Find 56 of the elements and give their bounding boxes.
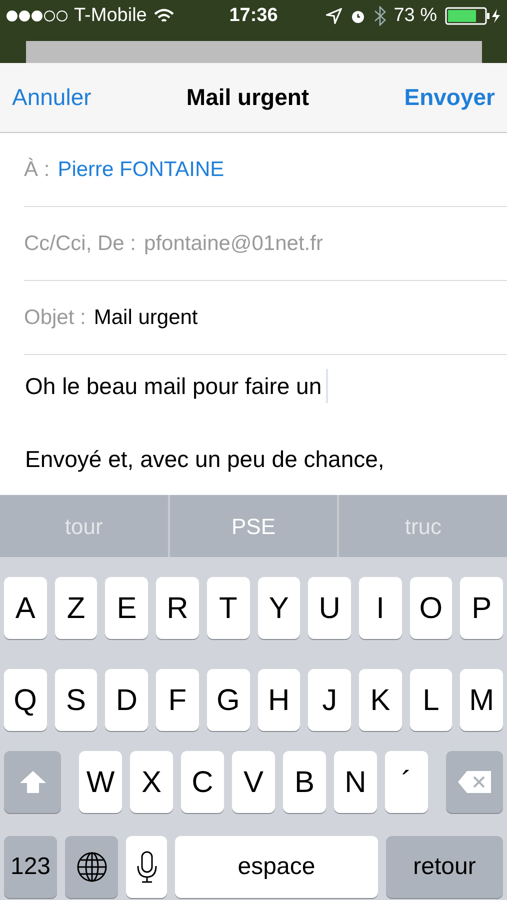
- cancel-button[interactable]: Annuler: [12, 80, 92, 115]
- letter-key[interactable]: O: [410, 577, 452, 639]
- field-label: Objet :: [24, 304, 86, 331]
- letter-key[interactable]: A: [4, 577, 47, 639]
- carrier-name: T-Mobile: [74, 4, 147, 28]
- return-key[interactable]: retour: [386, 836, 503, 898]
- letter-key[interactable]: P: [460, 577, 504, 639]
- letter-key[interactable]: J: [308, 669, 351, 731]
- bluetooth-icon: [374, 6, 386, 26]
- message-text: Oh le beau mail pour faire un: [25, 372, 322, 401]
- letter-key[interactable]: X: [130, 751, 173, 813]
- wifi-icon: [152, 8, 175, 24]
- letter-key[interactable]: V: [232, 751, 275, 813]
- clock-time: 17:36: [228, 4, 279, 28]
- field-value[interactable]: Pierre FONTAINE: [58, 154, 224, 186]
- shift-arrow-icon: [18, 769, 48, 795]
- microphone-key[interactable]: [126, 836, 167, 898]
- letter-key[interactable]: ´: [385, 751, 428, 813]
- letter-key[interactable]: Y: [258, 577, 300, 639]
- letter-key[interactable]: B: [283, 751, 326, 813]
- letter-key[interactable]: I: [358, 577, 402, 639]
- letter-key[interactable]: Q: [4, 669, 47, 731]
- compose-title: Mail urgent: [186, 83, 310, 112]
- field-label: Cc/Cci, De :: [24, 230, 136, 257]
- microphone-icon: [136, 850, 156, 884]
- field-label: À :: [24, 156, 50, 183]
- charging-battery-icon: [445, 7, 501, 25]
- space-key[interactable]: espace: [175, 836, 378, 898]
- letter-key[interactable]: M: [460, 669, 504, 731]
- letter-key[interactable]: F: [156, 669, 199, 731]
- letter-key[interactable]: S: [54, 669, 98, 731]
- letter-key[interactable]: H: [258, 669, 300, 731]
- letter-key[interactable]: K: [358, 669, 402, 731]
- send-button[interactable]: Envoyer: [404, 80, 495, 115]
- field-value[interactable]: Mail urgent: [94, 302, 198, 334]
- letter-key[interactable]: Z: [54, 577, 98, 639]
- letter-key[interactable]: R: [156, 577, 199, 639]
- location-arrow-icon: [326, 8, 342, 24]
- letter-key[interactable]: N: [334, 751, 377, 813]
- battery-percentage: 73 %: [394, 4, 437, 28]
- backspace-icon: [456, 770, 492, 794]
- letter-key[interactable]: W: [79, 751, 122, 813]
- text-cursor: [326, 369, 328, 404]
- letter-key[interactable]: D: [105, 669, 148, 731]
- signal-icon: [6, 10, 68, 22]
- letter-key[interactable]: E: [105, 577, 148, 639]
- letter-key[interactable]: T: [206, 577, 250, 639]
- letter-key[interactable]: L: [410, 669, 452, 731]
- globe-icon: [76, 851, 108, 883]
- message-text: Envoyé et, avec un peu de chance,: [25, 444, 384, 474]
- letter-key[interactable]: G: [206, 669, 250, 731]
- alarm-clock-icon: [350, 8, 366, 24]
- globe-key[interactable]: [65, 836, 118, 898]
- numbers-key[interactable]: 123: [4, 836, 57, 898]
- letter-key[interactable]: U: [308, 577, 351, 639]
- letter-key[interactable]: C: [181, 751, 224, 813]
